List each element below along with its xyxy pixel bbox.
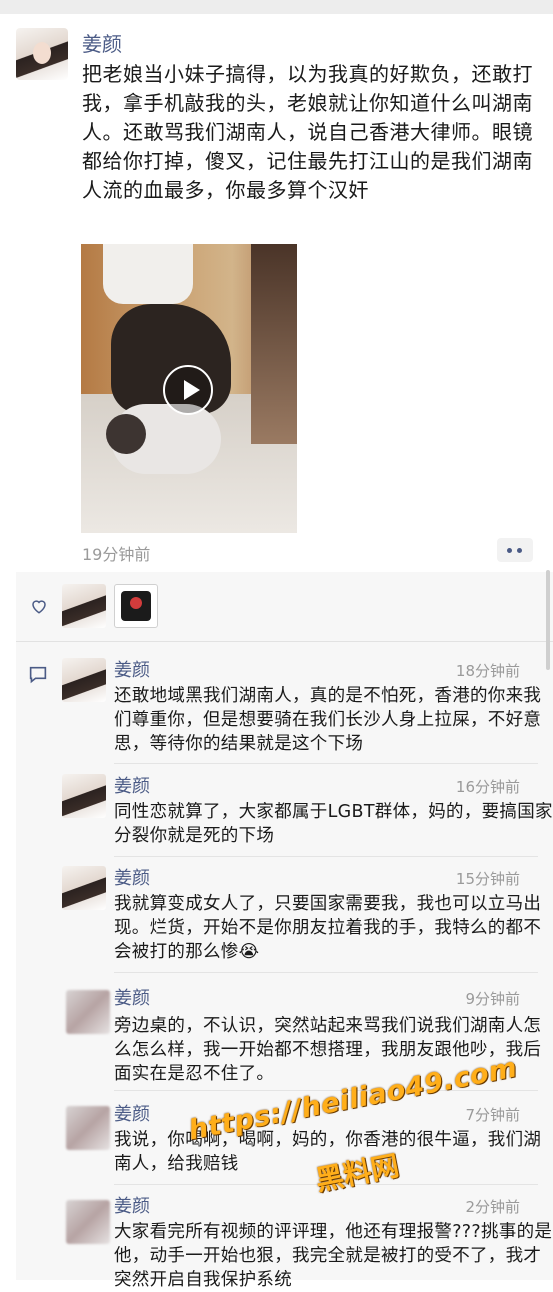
comment-icon	[29, 666, 47, 684]
post-timestamp: 19分钟前	[82, 545, 151, 564]
comment-time: 16分钟前	[455, 778, 520, 796]
comment-avatar[interactable]	[62, 774, 106, 818]
liker-avatar[interactable]	[114, 584, 158, 628]
heart-icon	[32, 600, 46, 614]
comment-divider	[114, 856, 538, 857]
comment-avatar[interactable]	[62, 658, 106, 702]
comment-author[interactable]: 姜颜	[114, 1100, 150, 1126]
play-icon[interactable]	[163, 365, 213, 415]
comment-author[interactable]: 姜颜	[114, 864, 150, 890]
more-icon[interactable]	[497, 538, 533, 562]
comment-avatar[interactable]	[66, 990, 110, 1034]
liker-avatar[interactable]	[62, 584, 106, 628]
comment-avatar[interactable]	[62, 866, 106, 910]
comment-time: 9分钟前	[465, 990, 520, 1008]
comment-text: 还敢地域黑我们湖南人，真的是不怕死，香港的你来我们尊重你，但是想要骑在我们长沙人…	[114, 686, 542, 754]
comment-divider	[114, 763, 538, 764]
author-avatar[interactable]	[16, 28, 68, 80]
post-author-name[interactable]: 姜颜	[82, 28, 122, 57]
comment-avatar[interactable]	[66, 1106, 110, 1150]
divider	[16, 641, 553, 642]
comment-divider	[114, 972, 538, 973]
comment-time: 2分钟前	[465, 1198, 520, 1216]
comment-author[interactable]: 姜颜	[114, 984, 150, 1010]
comment-time: 18分钟前	[455, 662, 520, 680]
comment-author[interactable]: 姜颜	[114, 656, 150, 682]
comment-avatar[interactable]	[66, 1200, 110, 1244]
comment-author[interactable]: 姜颜	[114, 772, 150, 798]
comment-time: 7分钟前	[465, 1106, 520, 1124]
comment-text: 同性恋就算了，大家都属于LGBT群体，妈的，要搞国家分裂你就是死的下场	[114, 802, 553, 846]
comment-time: 15分钟前	[455, 870, 520, 888]
comment-author[interactable]: 姜颜	[114, 1192, 150, 1218]
comment-text: 大家看完所有视频的评评理，他还有理报警???挑事的是他，动手一开始也狠，我完全就…	[114, 1222, 553, 1290]
top-bar	[0, 0, 553, 14]
comment-text: 我就算变成女人了，只要国家需要我，我也可以立马出现。烂货，开始不是你朋友拉着我的…	[114, 894, 542, 962]
scrollbar[interactable]	[546, 570, 550, 670]
post-text: 把老娘当小妹子搞得，以为我真的好欺负，还敢打我，拿手机敲我的头，老娘就让你知道什…	[82, 62, 533, 202]
